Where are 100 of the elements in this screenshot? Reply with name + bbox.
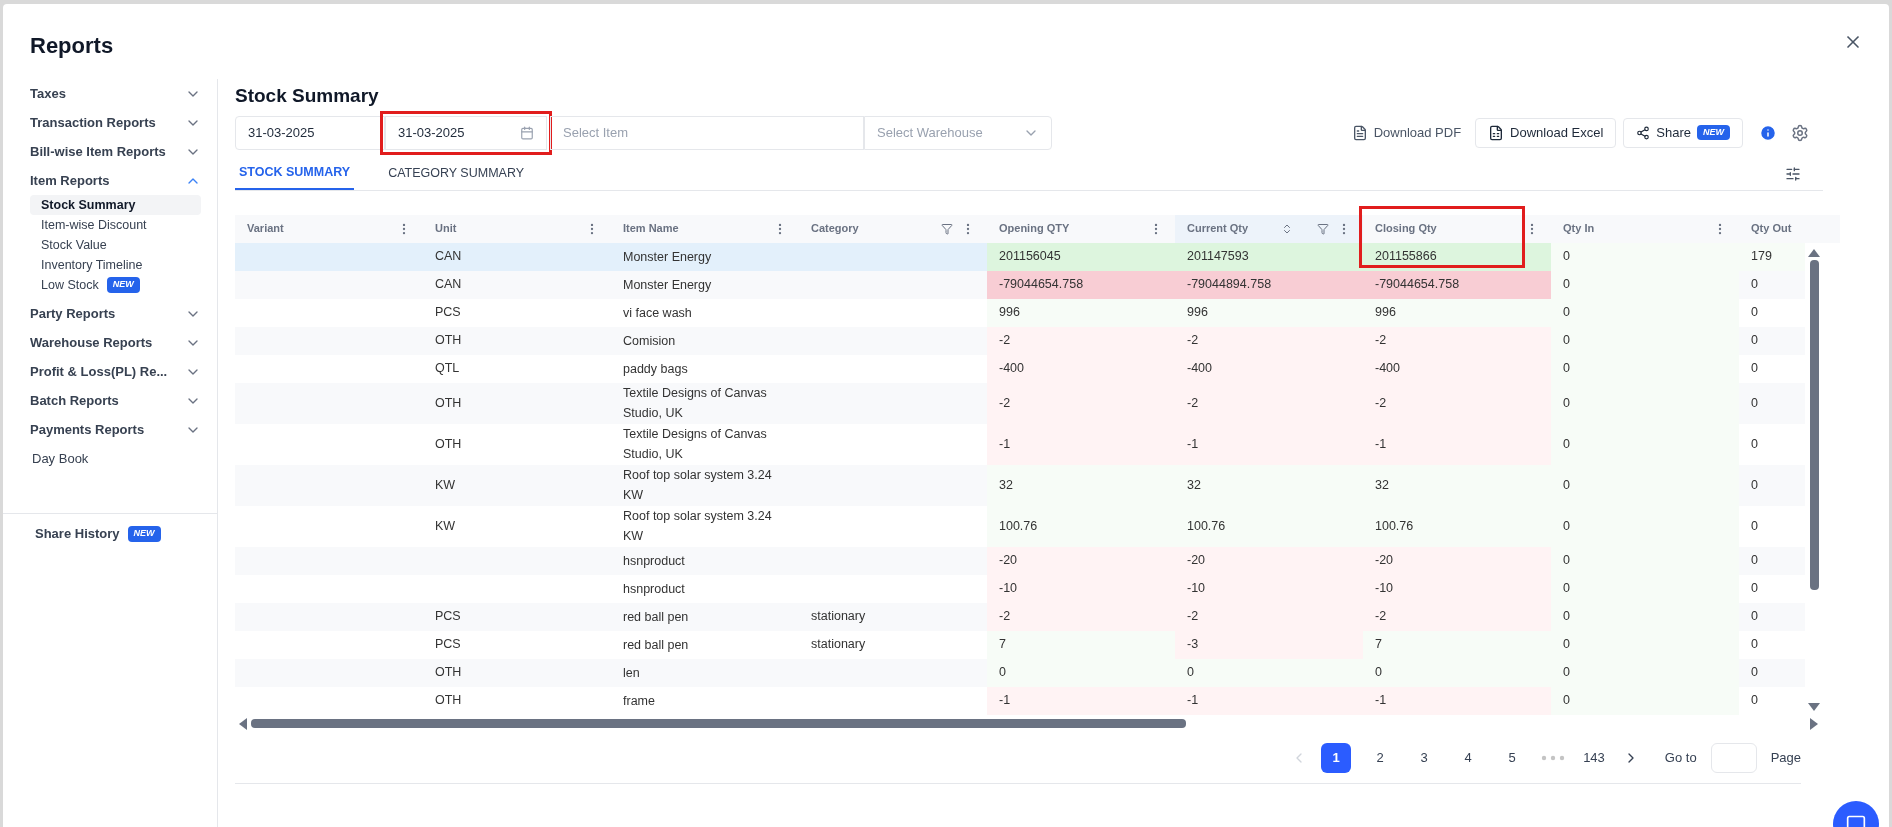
new-badge: NEW bbox=[106, 277, 140, 293]
table-cell: 0 bbox=[1551, 574, 1739, 603]
info-icon[interactable] bbox=[1759, 123, 1777, 142]
download-excel-button[interactable]: Download Excel bbox=[1475, 117, 1617, 148]
table-cell-text: 0 bbox=[1750, 476, 1759, 494]
settings-icon[interactable] bbox=[1791, 123, 1809, 142]
item-select[interactable]: Select Item bbox=[550, 115, 864, 150]
table-cell: 32 bbox=[1175, 464, 1363, 506]
table-row[interactable]: OTH Comision -2 -2 -2 0 0 bbox=[235, 326, 1805, 355]
sidebar-group[interactable]: Profit & Loss(PL) Re... bbox=[30, 357, 201, 386]
column-header[interactable]: Category bbox=[799, 214, 987, 243]
sidebar-group[interactable]: Item Reports bbox=[30, 166, 201, 195]
table-cell: 0 bbox=[1175, 658, 1363, 687]
sort-icon[interactable] bbox=[1281, 222, 1293, 235]
table-cell: 179 bbox=[1739, 242, 1805, 271]
table-cell-text: red ball pen bbox=[623, 608, 689, 626]
sidebar-item[interactable]: Inventory Timeline bbox=[30, 255, 143, 275]
table-cell: 0 bbox=[1551, 423, 1739, 465]
page-button[interactable]: 1 bbox=[1321, 742, 1352, 773]
filter-icon[interactable] bbox=[1317, 222, 1329, 235]
sliders-icon[interactable] bbox=[1785, 165, 1801, 182]
table-cell: 996 bbox=[1175, 298, 1363, 327]
table-cell: -2 bbox=[987, 602, 1175, 631]
page-button[interactable]: 4 bbox=[1453, 742, 1484, 773]
sidebar-item[interactable]: Low Stock bbox=[30, 275, 99, 295]
page-button[interactable]: 5 bbox=[1497, 742, 1528, 773]
table-cell: 100.76 bbox=[1175, 505, 1363, 547]
table-cell: 996 bbox=[1363, 298, 1551, 327]
scroll-right-icon[interactable] bbox=[1810, 717, 1818, 730]
table-cell: -10 bbox=[1175, 574, 1363, 603]
sidebar-group[interactable]: Taxes bbox=[30, 79, 201, 108]
table-cell-text: red ball pen bbox=[623, 636, 689, 654]
table-cell-text: 0 bbox=[1750, 332, 1759, 350]
table-cell-text: Textile Designs of Canvas Studio, UK bbox=[623, 385, 768, 422]
column-title: Qty Out bbox=[1751, 221, 1792, 237]
table-row[interactable]: CAN Monster Energy -79044654.758 -79044894.758 -79044654.758 0 0 bbox=[235, 270, 1805, 299]
table-row[interactable]: OTH Textile Designs of Canvas Studio, UK -2 -2 -2 0 0 bbox=[235, 382, 1805, 424]
table-cell-text: 0 bbox=[1750, 276, 1759, 294]
column-header[interactable]: Variant bbox=[235, 214, 423, 243]
table-cell: -79044894.758 bbox=[1175, 270, 1363, 299]
table-cell-text: Roof top solar system 3.24 KW bbox=[623, 467, 773, 504]
sidebar-group[interactable]: Batch Reports bbox=[30, 386, 201, 415]
table-cell-text: 0 bbox=[1750, 435, 1759, 453]
table-cell-text: hsnproduct bbox=[623, 552, 685, 570]
scroll-thumb[interactable] bbox=[1809, 259, 1819, 590]
page-button[interactable]: 2 bbox=[1365, 742, 1396, 773]
tab[interactable]: CATEGORY SUMMARY bbox=[384, 157, 529, 190]
table-cell-text: 0 bbox=[1750, 552, 1759, 570]
column-header[interactable]: Closing Qty bbox=[1363, 214, 1551, 243]
calendar-icon[interactable] bbox=[520, 125, 534, 140]
column-header[interactable]: Current Qty bbox=[1175, 214, 1363, 243]
sidebar-group[interactable]: Bill-wise Item Reports bbox=[30, 137, 201, 166]
table-cell: 0 bbox=[1363, 658, 1551, 687]
share-button[interactable]: Share NEW bbox=[1623, 117, 1743, 148]
table-cell-text: OTH bbox=[435, 435, 462, 453]
table-cell: -2 bbox=[1175, 326, 1363, 355]
sidebar-group[interactable]: Warehouse Reports bbox=[30, 328, 201, 357]
scroll-down-icon[interactable] bbox=[1808, 702, 1820, 711]
column-header[interactable]: Qty Out bbox=[1739, 214, 1840, 243]
table-row[interactable]: PCS red ball pen stationary -2 -2 -2 0 0 bbox=[235, 602, 1805, 631]
sidebar-group[interactable]: Payments Reports bbox=[30, 415, 201, 444]
table-cell-text: 0 bbox=[1750, 692, 1759, 710]
sidebar-item[interactable]: Stock Value bbox=[30, 235, 107, 255]
table-cell: 0 bbox=[1551, 464, 1739, 506]
table-row[interactable]: hsnproduct -20 -20 -20 0 0 bbox=[235, 546, 1805, 575]
sidebar-item[interactable]: Stock Summary bbox=[30, 195, 201, 215]
tab[interactable]: STOCK SUMMARY bbox=[235, 157, 355, 190]
column-title: Category bbox=[811, 221, 859, 237]
share-history-link[interactable]: Share History bbox=[35, 524, 120, 544]
page-input[interactable] bbox=[1710, 742, 1757, 773]
table-cell: 0 bbox=[1551, 505, 1739, 547]
column-header[interactable]: Unit bbox=[423, 214, 611, 243]
table-row[interactable]: OTH len 0 0 0 0 0 bbox=[235, 658, 1805, 687]
page-button[interactable]: 3 bbox=[1409, 742, 1440, 773]
table-cell-text: 0 bbox=[1750, 304, 1759, 322]
sidebar-group[interactable]: Transaction Reports bbox=[30, 108, 201, 137]
column-header[interactable]: Opening QTY bbox=[987, 214, 1175, 243]
table-cell: -79044654.758 bbox=[987, 270, 1175, 299]
table-cell: 201156045 bbox=[987, 242, 1175, 271]
table-cell-text: CAN bbox=[435, 276, 462, 294]
column-header[interactable]: Item Name bbox=[611, 214, 799, 243]
scroll-thumb[interactable] bbox=[251, 719, 1186, 728]
table-cell-text: Comision bbox=[623, 332, 676, 350]
table-cell-text: hsnproduct bbox=[623, 580, 685, 598]
filter-icon[interactable] bbox=[941, 222, 953, 235]
table-cell: 996 bbox=[987, 298, 1175, 327]
sidebar-item[interactable]: Item-wise Discount bbox=[30, 215, 147, 235]
table-cell-text: QTL bbox=[435, 360, 460, 378]
column-header[interactable]: Qty In bbox=[1551, 214, 1739, 243]
table-row[interactable]: CAN Monster Energy 201156045 201147593 201155866 0 179 bbox=[235, 242, 1805, 271]
table-cell-text: OTH bbox=[435, 394, 462, 412]
table-cell: -1 bbox=[1363, 423, 1551, 465]
sidebar-link[interactable]: Day Book bbox=[30, 444, 201, 473]
sidebar-group[interactable]: Party Reports bbox=[30, 299, 201, 328]
start-date-field[interactable]: 31-03-2025 bbox=[235, 115, 385, 150]
download-pdf-button[interactable]: Download PDF bbox=[1351, 122, 1462, 143]
page-button[interactable]: 143 bbox=[1579, 742, 1609, 773]
table-row[interactable]: KW Roof top solar system 3.24 KW 32 32 32 0 0 bbox=[235, 464, 1805, 506]
table-cell-text: 0 bbox=[1750, 580, 1759, 598]
table-cell-text: OTH bbox=[435, 664, 462, 682]
